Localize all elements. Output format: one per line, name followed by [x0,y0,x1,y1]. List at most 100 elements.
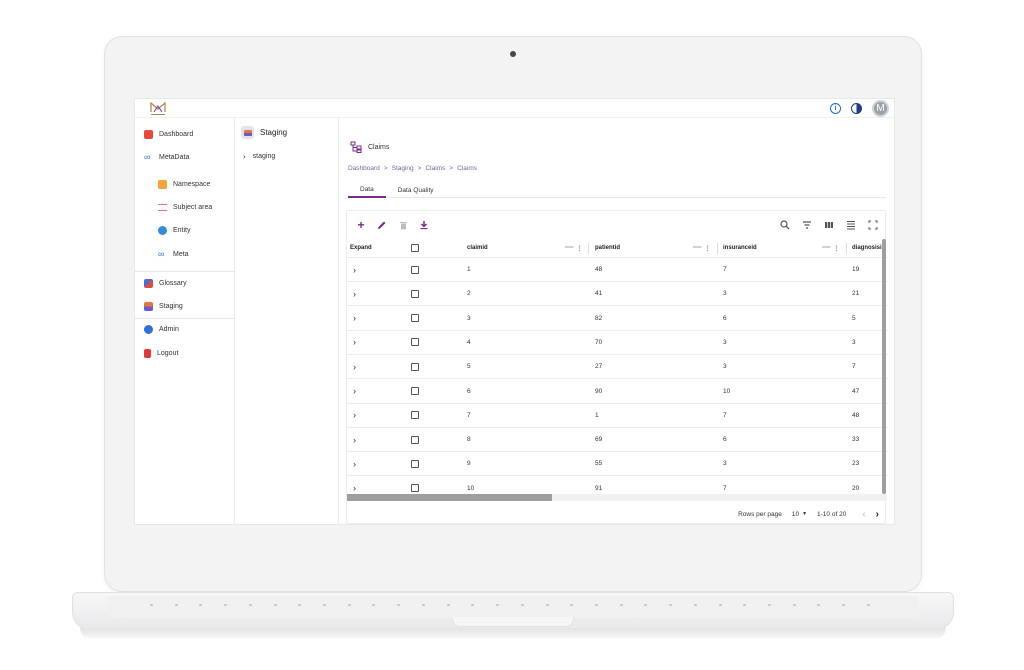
row-checkbox[interactable] [411,404,419,427]
sidebar-item-dashboard[interactable]: Dashboard [144,127,193,141]
sidebar-item-label: Namespace [173,180,211,188]
column-resize-handle[interactable] [717,243,718,254]
avatar[interactable]: M [872,100,889,117]
row-checkbox[interactable] [411,428,419,451]
row-checkbox[interactable] [411,380,419,403]
table-cell: 3 [723,338,727,346]
sidebar-item-logout[interactable]: Logout [144,346,178,360]
search-icon[interactable] [779,219,791,231]
sidebar-item-namespace[interactable]: Namespace [158,177,210,191]
sidebar-item-label: Admin [159,325,179,333]
row-checkbox[interactable] [411,282,419,305]
subject-area-icon [158,203,167,211]
tab-data-quality[interactable]: Data Quality [386,182,446,198]
expand-row-icon[interactable]: › [353,307,356,330]
row-checkbox[interactable] [411,258,419,281]
theme-toggle-icon[interactable] [851,103,862,114]
table-cell: 8 [467,436,471,444]
column-actions-claimid[interactable]: ══ ⋮ [565,245,583,252]
sidebar-item-entity[interactable]: Entity [158,223,191,237]
download-icon[interactable] [418,219,430,231]
horizontal-scroll-thumb[interactable] [347,494,552,501]
row-checkbox[interactable] [411,452,419,475]
table-cell: 47 [852,387,860,395]
row-checkbox[interactable] [411,355,419,378]
horizontal-scrollbar[interactable] [347,494,887,501]
sidebar-item-label: Meta [173,250,189,258]
column-header-patientid[interactable]: patientid [595,239,620,257]
prev-page-icon[interactable]: ‹ [862,509,865,520]
staging-icon [241,126,254,139]
info-icon[interactable]: i [830,103,841,114]
edit-icon[interactable] [376,219,388,231]
column-actions-patientid[interactable]: ══ ⋮ [693,245,711,252]
tree-item-staging[interactable]: › staging [243,152,275,161]
table-cell: 1 [595,411,599,419]
fullscreen-icon[interactable] [867,219,879,231]
table-cell: 7 [723,266,727,273]
expand-row-icon[interactable]: › [353,355,356,378]
entity-icon [158,225,167,235]
column-header-claimid[interactable]: claimid [467,239,488,257]
column-resize-handle[interactable] [846,243,847,254]
staging-panel: Staging › staging [235,118,339,524]
filter-icon[interactable] [801,219,813,231]
table-cell: 69 [595,436,603,444]
rows-per-page-select[interactable]: 10 ▼ [792,511,807,518]
sidebar-item-subject-area[interactable]: Subject area [158,200,212,214]
table-cell: 2 [467,290,471,298]
column-header-diagnosisid[interactable]: diagnosisi [852,239,882,257]
sidebar-item-staging[interactable]: Staging [144,299,183,313]
table-row[interactable]: › 3 82 6 5 [347,307,887,331]
nav-divider [135,271,235,272]
tab-data[interactable]: Data [348,182,386,198]
expand-row-icon[interactable]: › [353,258,356,281]
namespace-icon [158,179,167,189]
expand-row-icon[interactable]: › [353,331,356,354]
breadcrumb-claims[interactable]: Claims [425,165,445,172]
table-cell: 48 [595,266,603,273]
select-all-checkbox[interactable] [411,239,419,257]
sidebar-item-glossary[interactable]: Glossary [144,276,187,290]
table-row[interactable]: › 5 27 3 7 [347,355,887,380]
table-row[interactable]: › 8 69 6 33 [347,428,887,453]
sidebar-item-meta[interactable]: ∞ Meta [158,247,189,261]
density-icon[interactable] [845,219,857,231]
table-row[interactable]: › 1 48 7 19 [347,258,887,282]
logout-icon [144,348,151,358]
table-row[interactable]: › 6 90 10 47 [347,380,887,404]
table-row[interactable]: › 9 55 3 23 [347,452,887,477]
add-icon[interactable]: + [355,218,367,232]
sidebar-item-label: Logout [157,349,179,357]
table-cell: 5 [852,314,856,322]
table-cell: 4 [467,338,471,346]
laptop-foot [80,628,946,638]
expand-row-icon[interactable]: › [353,452,356,475]
table-cell: 70 [595,338,603,346]
sidebar-item-label: Staging [159,302,183,310]
table-cell: 5 [467,363,471,371]
row-checkbox[interactable] [411,307,419,330]
expand-row-icon[interactable]: › [353,428,356,451]
delete-icon[interactable] [397,219,409,231]
vertical-scrollbar[interactable] [882,239,886,494]
sidebar-item-admin[interactable]: Admin [144,322,179,336]
expand-row-icon[interactable]: › [353,404,356,427]
table-cell: 9 [467,460,471,468]
row-checkbox[interactable] [411,331,419,354]
next-page-icon[interactable]: › [876,509,879,520]
table-row[interactable]: › 7 1 7 48 [347,404,887,428]
table-row[interactable]: › 2 41 3 21 [347,282,887,307]
table-row[interactable]: › 4 70 3 3 [347,331,887,355]
sidebar-item-metadata[interactable]: ∞ MetaData [144,150,189,164]
breadcrumb-staging[interactable]: Staging [392,165,414,172]
column-resize-handle[interactable] [588,243,589,254]
expand-row-icon[interactable]: › [353,282,356,305]
hierarchy-icon [350,141,362,153]
expand-row-icon[interactable]: › [353,380,356,403]
breadcrumb-dashboard[interactable]: Dashboard [348,165,380,172]
column-header-insuranceid[interactable]: insuranceid [723,239,757,257]
columns-icon[interactable] [823,219,835,231]
chevron-right-icon: › [243,152,246,161]
column-actions-insuranceid[interactable]: ══ ⋮ [822,245,840,252]
